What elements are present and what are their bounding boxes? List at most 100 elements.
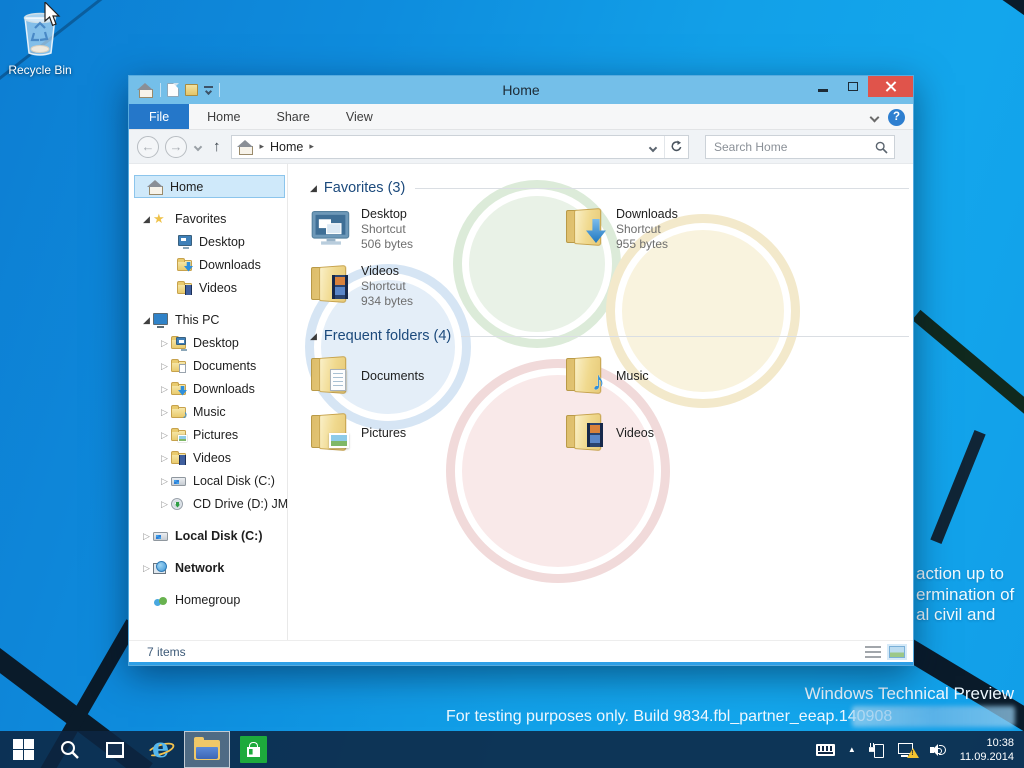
downloads-folder-icon xyxy=(565,206,607,248)
sidebar-item-this-pc[interactable]: ◢ This PC xyxy=(129,308,287,331)
taskbar-clock[interactable]: 10:38 11.09.2014 xyxy=(960,736,1014,764)
close-button[interactable] xyxy=(868,76,913,97)
file-tile-videos[interactable]: Videos Shortcut 934 bytes xyxy=(310,263,565,307)
collapse-icon[interactable]: ◢ xyxy=(143,315,153,325)
minimize-button[interactable] xyxy=(808,76,838,97)
address-bar[interactable]: ▸ Home ▸ xyxy=(231,135,690,159)
desktop-shortcut-icon xyxy=(310,206,352,248)
address-dropdown-icon[interactable] xyxy=(642,138,664,156)
clock-date: 11.09.2014 xyxy=(960,750,1014,764)
watermark-redacted-blur xyxy=(852,706,1015,727)
hard-drive-icon xyxy=(171,474,187,488)
sidebar-item-music[interactable]: ▷ ♪ Music xyxy=(129,400,287,423)
group-title[interactable]: Frequent folders (4) xyxy=(324,328,451,344)
expand-ribbon-icon[interactable] xyxy=(870,112,880,122)
large-icons-view-icon[interactable] xyxy=(889,646,905,658)
desktop-icon xyxy=(177,235,193,249)
collapse-icon[interactable]: ◢ xyxy=(143,214,153,224)
help-icon[interactable]: ? xyxy=(888,109,905,126)
tab-home[interactable]: Home xyxy=(189,104,258,129)
folder-tile-pictures[interactable]: Pictures xyxy=(310,411,565,455)
sidebar-item-network[interactable]: ▷ Network xyxy=(129,556,287,579)
sidebar-item-videos[interactable]: Videos xyxy=(129,276,287,299)
title-bar[interactable]: Home xyxy=(129,76,913,104)
downloads-folder-icon xyxy=(177,258,193,272)
task-view-button[interactable] xyxy=(92,731,138,768)
collapse-group-icon[interactable]: ◢ xyxy=(310,331,317,342)
power-plug-icon[interactable] xyxy=(869,743,885,757)
taskbar-search-button[interactable] xyxy=(46,731,92,768)
breadcrumb-home[interactable]: Home xyxy=(270,140,303,154)
item-name: Music xyxy=(616,355,649,397)
folder-tile-music[interactable]: ♪ Music xyxy=(565,354,820,398)
expand-icon[interactable]: ▷ xyxy=(143,531,153,541)
sidebar-item-documents[interactable]: ▷ Documents xyxy=(129,354,287,377)
sidebar-item-homegroup[interactable]: Homegroup xyxy=(129,588,287,611)
expand-icon[interactable]: ▷ xyxy=(161,430,171,440)
recent-locations-icon[interactable] xyxy=(194,142,202,150)
pictures-folder-icon xyxy=(171,428,187,442)
downloads-folder-icon xyxy=(171,382,187,396)
home-icon xyxy=(148,180,164,194)
search-icon[interactable] xyxy=(875,141,888,154)
sidebar-item-cd-drive[interactable]: ▷ CD Drive (D:) JM1 xyxy=(129,492,287,515)
expand-icon[interactable]: ▷ xyxy=(161,384,171,394)
network-status-icon[interactable]: ! xyxy=(898,743,917,757)
customize-quick-access-icon[interactable] xyxy=(204,86,213,94)
tab-view[interactable]: View xyxy=(328,104,391,129)
properties-icon[interactable] xyxy=(185,84,198,96)
expand-icon[interactable]: ▷ xyxy=(161,476,171,486)
internet-explorer-icon: e xyxy=(148,737,174,763)
recycle-bin-shortcut[interactable]: Recycle Bin xyxy=(6,8,74,77)
sidebar-item-pc-downloads[interactable]: ▷ Downloads xyxy=(129,377,287,400)
item-name: Downloads xyxy=(616,207,678,222)
sidebar-item-home[interactable]: Home xyxy=(134,175,285,198)
cd-drive-icon xyxy=(171,497,187,511)
details-view-icon[interactable] xyxy=(865,646,881,658)
expand-icon[interactable]: ▷ xyxy=(161,453,171,463)
home-icon[interactable] xyxy=(138,83,154,97)
search-input[interactable] xyxy=(706,136,894,158)
maximize-button[interactable] xyxy=(838,76,868,97)
show-hidden-icons-icon[interactable]: ▲ xyxy=(848,745,856,754)
file-list-pane: ◢ Favorites (3) xyxy=(288,164,913,640)
store-button[interactable] xyxy=(230,731,276,768)
sidebar-item-local-disk-c[interactable]: ▷ Local Disk (C:) xyxy=(129,469,287,492)
sidebar-item-desktop[interactable]: Desktop xyxy=(129,230,287,253)
start-button[interactable] xyxy=(0,731,46,768)
folder-tile-videos[interactable]: Videos xyxy=(565,411,820,455)
pictures-folder-icon xyxy=(310,411,352,453)
expand-icon[interactable]: ▷ xyxy=(161,407,171,417)
refresh-button[interactable] xyxy=(664,136,688,158)
internet-explorer-button[interactable]: e xyxy=(138,731,184,768)
tab-share[interactable]: Share xyxy=(259,104,328,129)
file-tile-downloads[interactable]: Downloads Shortcut 955 bytes xyxy=(565,206,820,250)
back-button[interactable]: ← xyxy=(137,136,159,158)
status-bar: 7 items xyxy=(129,640,913,662)
volume-icon[interactable] xyxy=(930,743,947,757)
group-title[interactable]: Favorites (3) xyxy=(324,180,405,196)
expand-icon[interactable]: ▷ xyxy=(161,499,171,509)
forward-button[interactable]: → xyxy=(165,136,187,158)
collapse-group-icon[interactable]: ◢ xyxy=(310,183,317,194)
new-item-icon[interactable] xyxy=(167,83,179,97)
item-size: 506 bytes xyxy=(361,237,413,252)
up-button[interactable]: ↑ xyxy=(213,138,221,155)
expand-icon[interactable]: ▷ xyxy=(161,361,171,371)
sidebar-item-downloads[interactable]: Downloads xyxy=(129,253,287,276)
expand-icon[interactable]: ▷ xyxy=(143,563,153,573)
touch-keyboard-icon[interactable] xyxy=(816,744,835,756)
sidebar-item-pc-videos[interactable]: ▷ Videos xyxy=(129,446,287,469)
sidebar-item-favorites[interactable]: ◢ ★ Favorites xyxy=(129,207,287,230)
tab-file[interactable]: File xyxy=(129,104,189,129)
desktop-folder-icon xyxy=(171,336,187,350)
sidebar-item-pc-desktop[interactable]: ▷ Desktop xyxy=(129,331,287,354)
sidebar-item-pictures[interactable]: ▷ Pictures xyxy=(129,423,287,446)
file-explorer-icon xyxy=(194,740,220,760)
search-box[interactable] xyxy=(705,135,895,159)
file-tile-desktop[interactable]: Desktop Shortcut 506 bytes xyxy=(310,206,565,250)
folder-tile-documents[interactable]: Documents xyxy=(310,354,565,398)
file-explorer-button[interactable] xyxy=(184,731,230,768)
sidebar-item-local-disk-root[interactable]: ▷ Local Disk (C:) xyxy=(129,524,287,547)
expand-icon[interactable]: ▷ xyxy=(161,338,171,348)
